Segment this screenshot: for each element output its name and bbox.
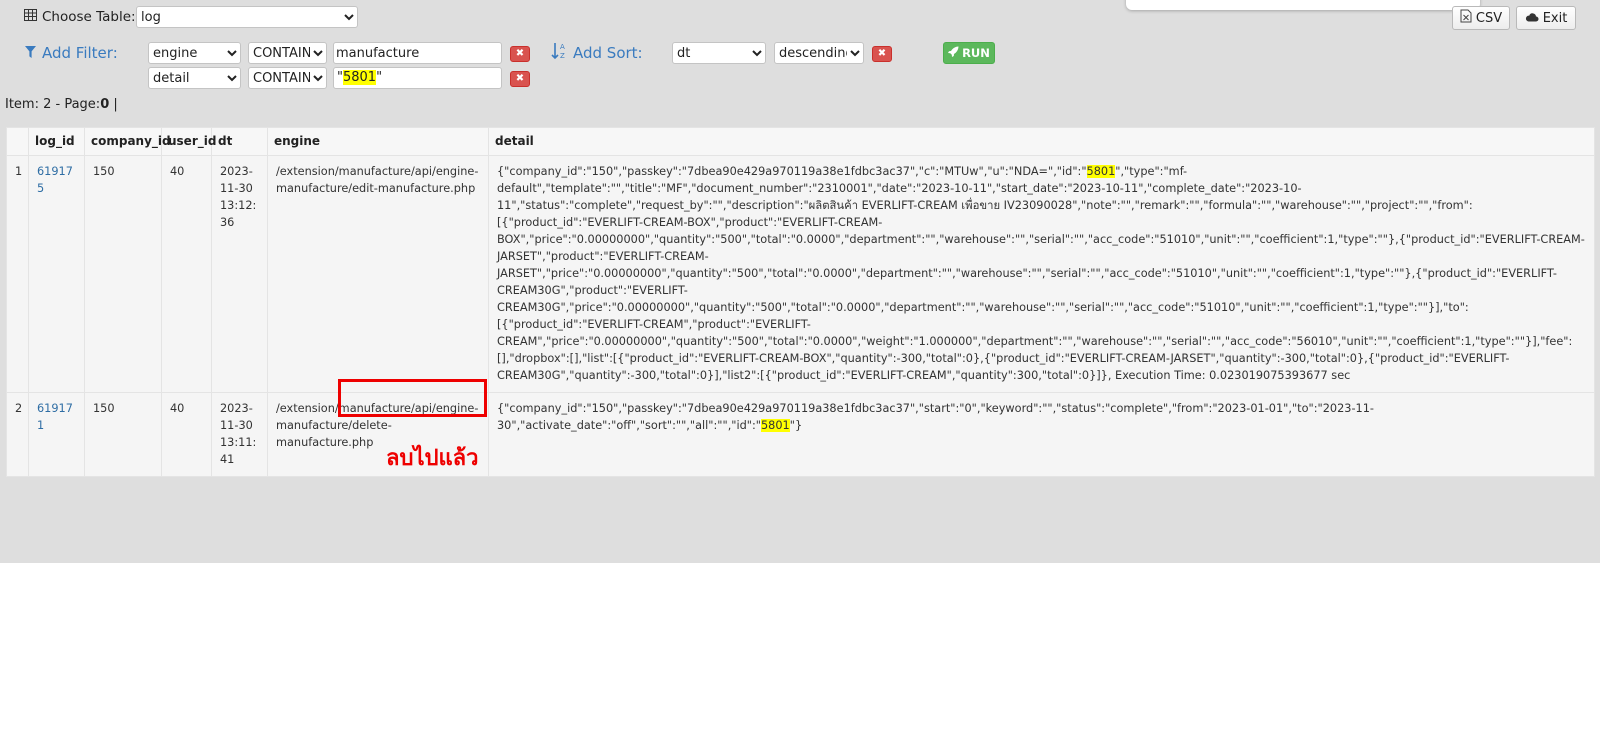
table-header-row: log_id company_id user_id dt engine deta… (6, 127, 1595, 156)
choose-table-label: Choose Table: (42, 9, 136, 25)
add-sort-button[interactable]: A Z Add Sort: (551, 43, 643, 63)
rocket-icon (948, 46, 959, 60)
log-id-link[interactable]: 619171 (37, 402, 73, 432)
detail-text-before: {"company_id":"150","passkey":"7dbea90e4… (497, 165, 1087, 178)
exit-label: Exit (1542, 10, 1568, 26)
filter-1-field-select[interactable]: engine (148, 42, 241, 64)
col-header-engine[interactable]: engine (267, 127, 489, 156)
detail-text-after: ","type":"mf-default","template":"","tit… (497, 165, 1585, 382)
remove-icon: ✖ (877, 48, 887, 59)
item-count-label: Item: 2 - Page: (5, 97, 101, 112)
sort-field-select[interactable]: dt (672, 42, 766, 64)
detail-highlight: 5801 (761, 419, 790, 432)
detail-highlight: 5801 (1086, 165, 1116, 178)
company-id-cell: 150 (84, 155, 162, 393)
col-header-user-id[interactable]: user_id (161, 127, 216, 156)
add-filter-button[interactable]: Add Filter: (25, 43, 118, 63)
add-filter-label: Add Filter: (42, 44, 118, 62)
row-index: 1 (6, 155, 29, 393)
row-index: 2 (6, 392, 29, 477)
remove-icon: ✖ (515, 48, 525, 59)
filter-2-field-select[interactable]: detail (148, 67, 241, 89)
csv-label: CSV (1475, 10, 1503, 26)
user-id-cell: 40 (161, 392, 212, 477)
filter-1-remove-button[interactable]: ✖ (510, 46, 530, 62)
detail-text-after: "} (789, 419, 803, 432)
col-header-company-id[interactable]: company_id (84, 127, 171, 156)
detail-text-before: {"company_id":"150","passkey":"7dbea90e4… (497, 402, 1374, 432)
csv-button[interactable]: CSV (1452, 6, 1510, 30)
table-select[interactable]: log (136, 6, 358, 28)
col-header-dt[interactable]: dt (211, 127, 268, 156)
detail-cell: {"company_id":"150","passkey":"7dbea90e4… (488, 392, 1595, 477)
table-icon (24, 9, 37, 25)
run-button[interactable]: RUN (943, 42, 995, 64)
detail-cell: {"company_id":"150","passkey":"7dbea90e4… (488, 155, 1595, 393)
company-id-cell: 150 (84, 392, 162, 477)
results-table: log_id company_id user_id dt engine deta… (6, 127, 1595, 477)
filter-2-value-input[interactable]: "5801" (333, 67, 502, 89)
annotation-highlight-box (338, 379, 487, 417)
remove-icon: ✖ (515, 73, 525, 84)
log-id-cell: 619171 (28, 392, 85, 477)
dropdown-panel-edge (1126, 0, 1480, 10)
filter-1-op-select[interactable]: CONTAIN (248, 42, 327, 64)
sort-remove-button[interactable]: ✖ (872, 46, 892, 62)
filter-icon (25, 44, 36, 62)
log-id-cell: 619175 (28, 155, 85, 393)
choose-table-row: Choose Table: (24, 6, 136, 28)
dt-cell: 2023-11-30 13:11:41 (211, 392, 268, 477)
app-area: Choose Table: log CSV Exit Add Filter: e… (0, 0, 1600, 563)
svg-text:A: A (560, 43, 565, 51)
filter-2-value-highlight: 5801 (342, 70, 377, 85)
table-row: 2 619171 150 40 2023-11-30 13:11:41 /ext… (6, 392, 1595, 477)
filter-2-remove-button[interactable]: ✖ (510, 71, 530, 87)
page-suffix: | (109, 97, 118, 112)
filter-1-value-input[interactable] (333, 42, 502, 64)
filter-2-value-suffix: " (376, 70, 383, 85)
annotation-text: ลบไปแล้ว (386, 446, 479, 471)
svg-text:Z: Z (560, 52, 565, 60)
csv-icon (1460, 9, 1472, 27)
table-row: 1 619175 150 40 2023-11-30 13:12:36 /ext… (6, 155, 1595, 393)
sort-direction-select[interactable]: descending (774, 42, 864, 64)
item-count: Item: 2 - Page:0 | (5, 97, 118, 112)
filter-2-op-select[interactable]: CONTAIN (248, 67, 327, 89)
engine-cell: /extension/manufacture/api/engine-manufa… (267, 155, 489, 393)
page-number: 0 (100, 97, 110, 112)
log-id-link[interactable]: 619175 (37, 165, 73, 195)
user-id-cell: 40 (161, 155, 212, 393)
col-header-index (6, 127, 29, 156)
run-label: RUN (962, 46, 990, 60)
exit-button[interactable]: Exit (1516, 6, 1576, 30)
cloud-icon (1525, 11, 1539, 26)
sort-az-icon: A Z (551, 42, 567, 64)
dt-cell: 2023-11-30 13:12:36 (211, 155, 268, 393)
col-header-log-id[interactable]: log_id (28, 127, 85, 156)
col-header-detail[interactable]: detail (488, 127, 1595, 156)
add-sort-label: Add Sort: (573, 44, 643, 62)
